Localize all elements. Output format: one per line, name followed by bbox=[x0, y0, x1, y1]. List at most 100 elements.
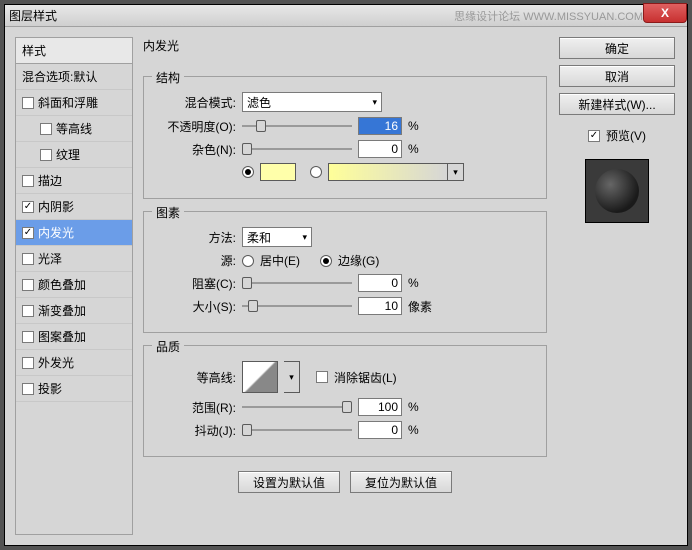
styles-sidebar: 样式 混合选项:默认 斜面和浮雕等高线纹理描边内阴影内发光光泽颜色叠加渐变叠加图… bbox=[15, 37, 133, 535]
sidebar-checkbox[interactable] bbox=[22, 383, 34, 395]
new-style-button[interactable]: 新建样式(W)... bbox=[559, 93, 675, 115]
close-icon: X bbox=[661, 6, 669, 20]
sidebar-item-7[interactable]: 颜色叠加 bbox=[16, 272, 132, 298]
opacity-unit: % bbox=[408, 119, 419, 133]
structure-group: 结构 混合模式: 滤色▾ 不透明度(O): 16 % 杂色(N): 0 % bbox=[143, 76, 547, 199]
sidebar-checkbox[interactable] bbox=[22, 97, 34, 109]
preview-checkbox[interactable] bbox=[588, 130, 600, 142]
source-center-radio[interactable] bbox=[242, 255, 254, 267]
sidebar-item-6[interactable]: 光泽 bbox=[16, 246, 132, 272]
sidebar-item-label: 纹理 bbox=[56, 146, 80, 163]
sidebar-item-label: 斜面和浮雕 bbox=[38, 94, 98, 111]
contour-picker[interactable] bbox=[242, 361, 278, 393]
sidebar-item-5[interactable]: 内发光 bbox=[16, 220, 132, 246]
sidebar-item-label: 渐变叠加 bbox=[38, 302, 86, 319]
color-swatch[interactable] bbox=[260, 163, 296, 181]
set-default-button[interactable]: 设置为默认值 bbox=[238, 471, 340, 493]
choke-unit: % bbox=[408, 276, 419, 290]
sidebar-item-11[interactable]: 投影 bbox=[16, 376, 132, 402]
jitter-slider[interactable] bbox=[242, 423, 352, 437]
opacity-slider[interactable] bbox=[242, 119, 352, 133]
sidebar-item-label: 外发光 bbox=[38, 354, 74, 371]
cancel-button[interactable]: 取消 bbox=[559, 65, 675, 87]
sidebar-item-label: 颜色叠加 bbox=[38, 276, 86, 293]
quality-group: 品质 等高线: ▾ 消除锯齿(L) 范围(R): 100 % 抖动(J): bbox=[143, 345, 547, 457]
noise-slider[interactable] bbox=[242, 142, 352, 156]
size-label: 大小(S): bbox=[156, 298, 236, 315]
source-edge-radio[interactable] bbox=[320, 255, 332, 267]
sidebar-checkbox[interactable] bbox=[22, 227, 34, 239]
noise-unit: % bbox=[408, 142, 419, 156]
jitter-input[interactable]: 0 bbox=[358, 421, 402, 439]
ok-button[interactable]: 确定 bbox=[559, 37, 675, 59]
sidebar-header[interactable]: 样式 bbox=[16, 38, 132, 64]
sidebar-item-1[interactable]: 等高线 bbox=[16, 116, 132, 142]
size-input[interactable]: 10 bbox=[358, 297, 402, 315]
sidebar-checkbox[interactable] bbox=[22, 357, 34, 369]
contour-dropdown[interactable]: ▾ bbox=[284, 361, 300, 393]
sidebar-item-9[interactable]: 图案叠加 bbox=[16, 324, 132, 350]
gradient-dropdown[interactable]: ▾ bbox=[448, 163, 464, 181]
elements-group: 图素 方法: 柔和▾ 源: 居中(E) 边缘(G) 阻塞(C): 0 % bbox=[143, 211, 547, 333]
sidebar-item-label: 内发光 bbox=[38, 224, 74, 241]
elements-legend: 图素 bbox=[152, 204, 184, 221]
opacity-label: 不透明度(O): bbox=[156, 118, 236, 135]
sidebar-item-0[interactable]: 斜面和浮雕 bbox=[16, 90, 132, 116]
noise-input[interactable]: 0 bbox=[358, 140, 402, 158]
gradient-swatch[interactable] bbox=[328, 163, 448, 181]
sidebar-item-8[interactable]: 渐变叠加 bbox=[16, 298, 132, 324]
chevron-down-icon: ▾ bbox=[372, 97, 377, 108]
sidebar-item-label: 等高线 bbox=[56, 120, 92, 137]
sidebar-blend-options[interactable]: 混合选项:默认 bbox=[16, 64, 132, 90]
sidebar-checkbox[interactable] bbox=[22, 253, 34, 265]
range-label: 范围(R): bbox=[156, 399, 236, 416]
sidebar-checkbox[interactable] bbox=[22, 305, 34, 317]
color-radio[interactable] bbox=[242, 166, 254, 178]
chevron-down-icon: ▾ bbox=[302, 232, 307, 243]
sidebar-item-label: 描边 bbox=[38, 172, 62, 189]
choke-label: 阻塞(C): bbox=[156, 275, 236, 292]
sidebar-item-label: 内阴影 bbox=[38, 198, 74, 215]
contour-label: 等高线: bbox=[156, 369, 236, 386]
opacity-input[interactable]: 16 bbox=[358, 117, 402, 135]
range-slider[interactable] bbox=[242, 400, 352, 414]
close-button[interactable]: X bbox=[643, 3, 687, 23]
jitter-label: 抖动(J): bbox=[156, 422, 236, 439]
antialias-label: 消除锯齿(L) bbox=[334, 369, 397, 386]
preview-label: 预览(V) bbox=[606, 127, 646, 144]
reset-default-button[interactable]: 复位为默认值 bbox=[350, 471, 452, 493]
sidebar-item-3[interactable]: 描边 bbox=[16, 168, 132, 194]
quality-legend: 品质 bbox=[152, 338, 184, 355]
sidebar-item-4[interactable]: 内阴影 bbox=[16, 194, 132, 220]
preview-thumbnail bbox=[585, 159, 649, 223]
sidebar-item-10[interactable]: 外发光 bbox=[16, 350, 132, 376]
range-unit: % bbox=[408, 400, 419, 414]
sidebar-checkbox[interactable] bbox=[22, 175, 34, 187]
sidebar-checkbox[interactable] bbox=[40, 123, 52, 135]
layer-style-dialog: 图层样式 思缘设计论坛 WWW.MISSYUAN.COM X 样式 混合选项:默… bbox=[4, 4, 688, 546]
sidebar-checkbox[interactable] bbox=[22, 279, 34, 291]
antialias-checkbox[interactable] bbox=[316, 371, 328, 383]
sidebar-item-label: 光泽 bbox=[38, 250, 62, 267]
source-label: 源: bbox=[156, 252, 236, 269]
choke-input[interactable]: 0 bbox=[358, 274, 402, 292]
blend-mode-select[interactable]: 滤色▾ bbox=[242, 92, 382, 112]
preview-sphere bbox=[595, 169, 639, 213]
sidebar-checkbox[interactable] bbox=[40, 149, 52, 161]
right-column: 确定 取消 新建样式(W)... 预览(V) bbox=[557, 37, 677, 535]
main-panel: 内发光 结构 混合模式: 滤色▾ 不透明度(O): 16 % 杂色(N): 0 bbox=[143, 37, 547, 535]
sidebar-checkbox[interactable] bbox=[22, 331, 34, 343]
window-title: 图层样式 bbox=[9, 7, 454, 24]
technique-label: 方法: bbox=[156, 229, 236, 246]
choke-slider[interactable] bbox=[242, 276, 352, 290]
panel-title: 内发光 bbox=[143, 37, 547, 54]
range-input[interactable]: 100 bbox=[358, 398, 402, 416]
gradient-radio[interactable] bbox=[310, 166, 322, 178]
sidebar-item-label: 投影 bbox=[38, 380, 62, 397]
size-slider[interactable] bbox=[242, 299, 352, 313]
source-center-label: 居中(E) bbox=[260, 252, 300, 269]
sidebar-item-2[interactable]: 纹理 bbox=[16, 142, 132, 168]
technique-select[interactable]: 柔和▾ bbox=[242, 227, 312, 247]
titlebar: 图层样式 思缘设计论坛 WWW.MISSYUAN.COM X bbox=[5, 5, 687, 27]
sidebar-checkbox[interactable] bbox=[22, 201, 34, 213]
